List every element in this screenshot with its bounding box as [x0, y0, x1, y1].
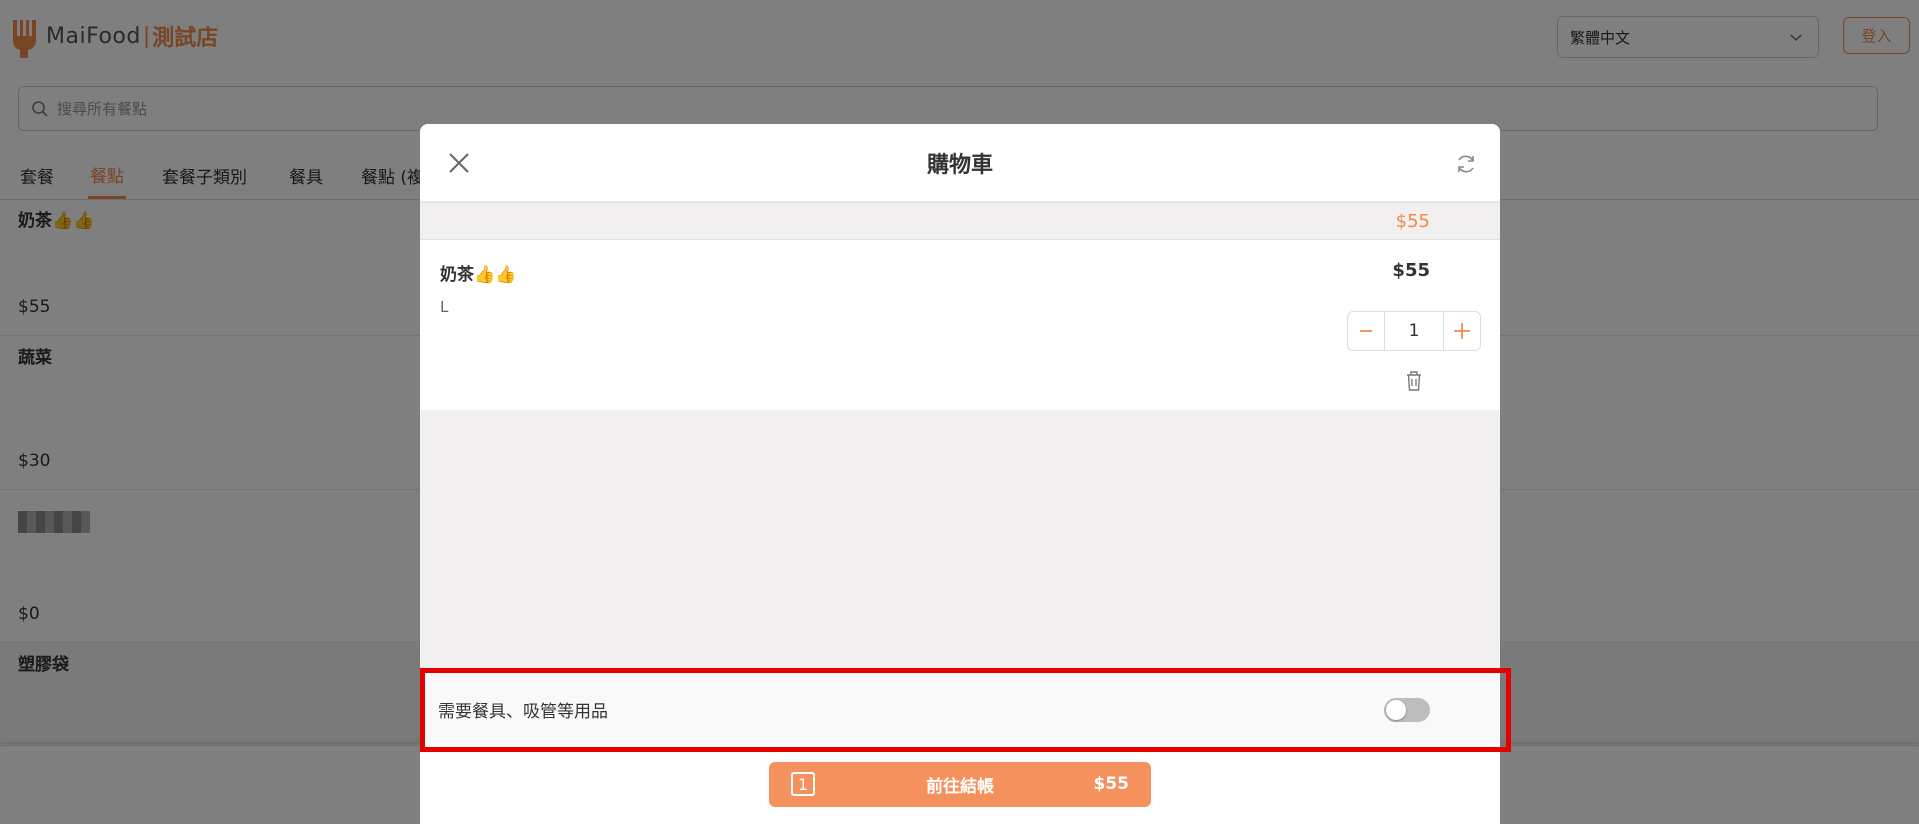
cart-item: 奶茶👍👍 L $55 — [420, 240, 1500, 410]
minus-icon[interactable] — [1348, 312, 1384, 350]
cart-title: 購物車 — [926, 153, 993, 178]
checkout-amount: $55 — [1093, 774, 1130, 794]
quantity-stepper: 1 — [1347, 311, 1481, 351]
checkout-item-count: 1 — [791, 772, 815, 796]
cart-item-name: 奶茶👍👍 — [440, 265, 517, 285]
highlight-box — [420, 668, 1511, 752]
checkout-button[interactable]: 前往結帳 1 $55 — [769, 762, 1151, 807]
refresh-icon[interactable] — [1454, 152, 1478, 176]
cart-modal-header: 購物車 — [420, 124, 1500, 202]
cart-item-option: L — [440, 298, 449, 316]
trash-icon[interactable] — [1404, 370, 1424, 392]
quantity-value[interactable]: 1 — [1384, 312, 1444, 350]
cart-item-price: $55 — [1392, 260, 1430, 281]
cart-subtotal-row: $55 — [420, 204, 1500, 240]
plus-icon[interactable] — [1444, 312, 1480, 350]
close-icon[interactable] — [446, 150, 472, 176]
cart-subtotal: $55 — [1395, 211, 1430, 232]
